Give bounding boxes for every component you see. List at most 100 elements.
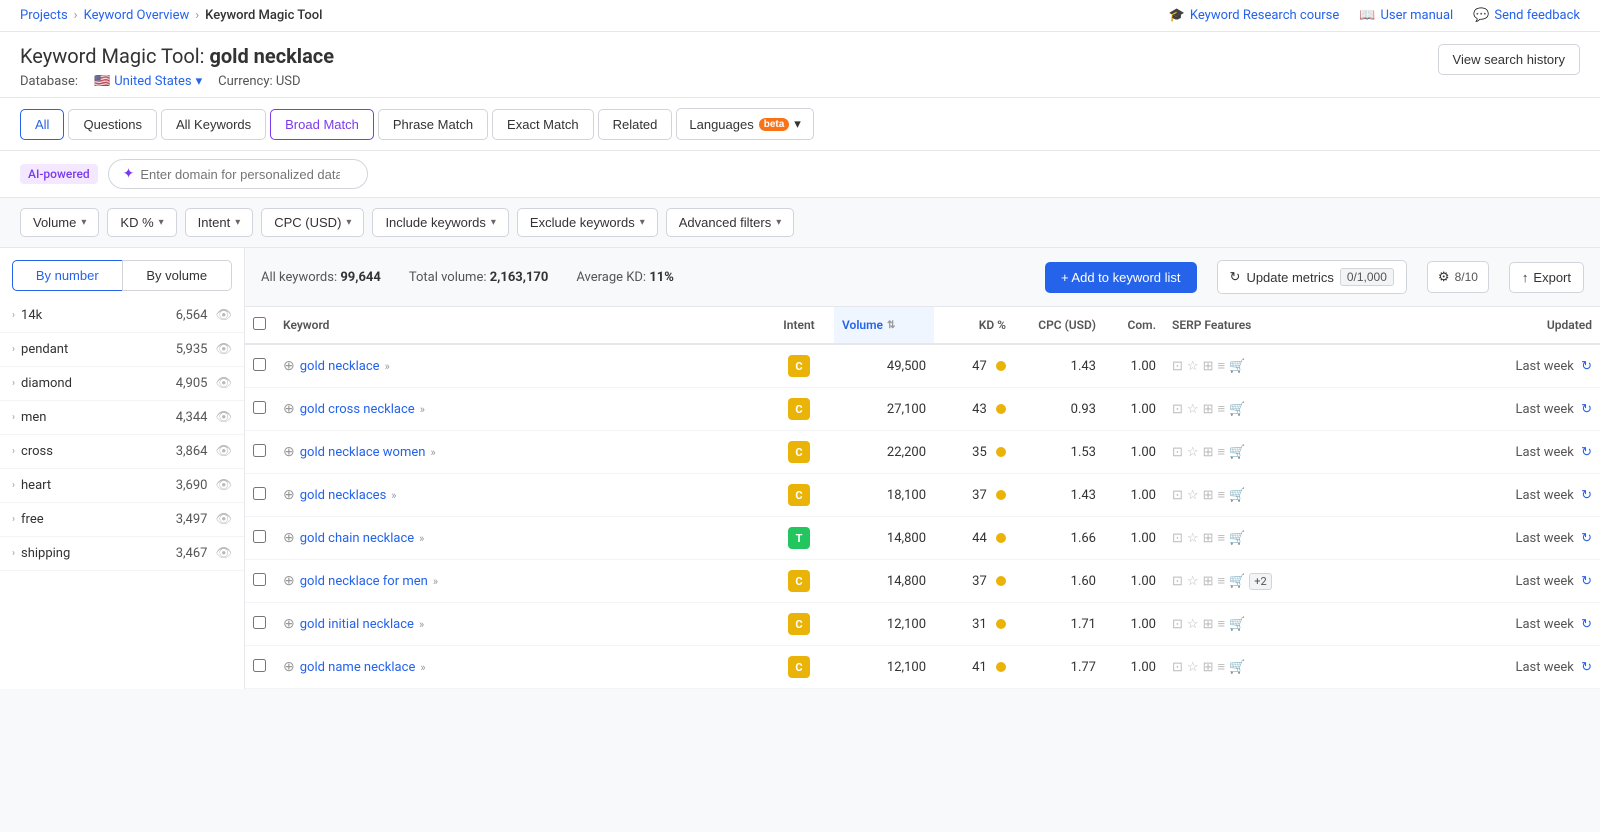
intent-filter-button[interactable]: Intent ▾: [185, 208, 254, 237]
tab-exact-match[interactable]: Exact Match: [492, 109, 594, 140]
serp-cart-icon[interactable]: 🛒: [1229, 574, 1245, 589]
serp-cart-icon[interactable]: 🛒: [1229, 617, 1245, 632]
sidebar-item[interactable]: › heart 3,690 👁: [0, 469, 244, 503]
refresh-icon[interactable]: ↻: [1581, 531, 1592, 546]
serp-grid-icon[interactable]: ≡: [1217, 358, 1225, 374]
serp-grid-icon[interactable]: ≡: [1217, 401, 1225, 417]
tab-broad-match[interactable]: Broad Match: [270, 109, 374, 140]
serp-star-icon[interactable]: ☆: [1187, 488, 1199, 503]
serp-cart-icon[interactable]: 🛒: [1229, 660, 1245, 675]
sidebar-item[interactable]: › free 3,497 👁: [0, 503, 244, 537]
tab-phrase-match[interactable]: Phrase Match: [378, 109, 488, 140]
row-checkbox[interactable]: [253, 530, 266, 543]
add-circle-icon[interactable]: ⊕: [283, 616, 295, 632]
serp-image-icon[interactable]: ⊞: [1203, 617, 1214, 632]
select-all-checkbox[interactable]: [253, 317, 266, 330]
serp-star-icon[interactable]: ☆: [1187, 402, 1199, 417]
view-search-history-button[interactable]: View search history: [1438, 44, 1580, 75]
refresh-icon[interactable]: ↻: [1581, 445, 1592, 460]
by-number-button[interactable]: By number: [12, 260, 122, 291]
tab-all-keywords[interactable]: All Keywords: [161, 109, 266, 140]
eye-icon[interactable]: 👁: [215, 410, 232, 425]
serp-page-icon[interactable]: ⊡: [1172, 402, 1183, 417]
serp-page-icon[interactable]: ⊡: [1172, 617, 1183, 632]
serp-cart-icon[interactable]: 🛒: [1229, 531, 1245, 546]
eye-icon[interactable]: 👁: [215, 308, 232, 323]
sidebar-item[interactable]: › 14k 6,564 👁: [0, 299, 244, 333]
eye-icon[interactable]: 👁: [215, 478, 232, 493]
add-circle-icon[interactable]: ⊕: [283, 487, 295, 503]
keyword-link[interactable]: ⊕ gold necklace »: [283, 358, 756, 374]
add-circle-icon[interactable]: ⊕: [283, 401, 295, 417]
refresh-icon[interactable]: ↻: [1581, 488, 1592, 503]
keyword-link[interactable]: ⊕ gold necklace women »: [283, 444, 756, 460]
by-volume-button[interactable]: By volume: [122, 260, 233, 291]
serp-cart-icon[interactable]: 🛒: [1229, 402, 1245, 417]
serp-grid-icon[interactable]: ≡: [1217, 487, 1225, 503]
add-circle-icon[interactable]: ⊕: [283, 530, 295, 546]
serp-image-icon[interactable]: ⊞: [1203, 488, 1214, 503]
keyword-link[interactable]: ⊕ gold chain necklace »: [283, 530, 756, 546]
serp-image-icon[interactable]: ⊞: [1203, 402, 1214, 417]
row-checkbox[interactable]: [253, 573, 266, 586]
serp-page-icon[interactable]: ⊡: [1172, 445, 1183, 460]
serp-cart-icon[interactable]: 🛒: [1229, 445, 1245, 460]
sidebar-item[interactable]: › cross 3,864 👁: [0, 435, 244, 469]
serp-grid-icon[interactable]: ≡: [1217, 444, 1225, 460]
add-circle-icon[interactable]: ⊕: [283, 358, 295, 374]
keyword-research-course-link[interactable]: 🎓 Keyword Research course: [1169, 8, 1340, 23]
keyword-link[interactable]: ⊕ gold necklace for men »: [283, 573, 756, 589]
row-checkbox[interactable]: [253, 358, 266, 371]
tab-questions[interactable]: Questions: [68, 109, 157, 140]
header-volume[interactable]: Volume ⇅: [834, 307, 934, 344]
refresh-icon[interactable]: ↻: [1581, 617, 1592, 632]
row-checkbox[interactable]: [253, 444, 266, 457]
add-circle-icon[interactable]: ⊕: [283, 444, 295, 460]
refresh-icon[interactable]: ↻: [1581, 660, 1592, 675]
serp-image-icon[interactable]: ⊞: [1203, 531, 1214, 546]
kd-filter-button[interactable]: KD % ▾: [107, 208, 176, 237]
serp-star-icon[interactable]: ☆: [1187, 359, 1199, 374]
sidebar-item[interactable]: › shipping 3,467 👁: [0, 537, 244, 571]
serp-page-icon[interactable]: ⊡: [1172, 359, 1183, 374]
eye-icon[interactable]: 👁: [215, 376, 232, 391]
exclude-keywords-filter-button[interactable]: Exclude keywords ▾: [517, 208, 658, 237]
sidebar-item[interactable]: › pendant 5,935 👁: [0, 333, 244, 367]
serp-star-icon[interactable]: ☆: [1187, 445, 1199, 460]
keyword-link[interactable]: ⊕ gold name necklace »: [283, 659, 756, 675]
add-circle-icon[interactable]: ⊕: [283, 573, 295, 589]
settings-button[interactable]: ⚙ 8/10: [1427, 261, 1489, 293]
serp-image-icon[interactable]: ⊞: [1203, 359, 1214, 374]
cpc-filter-button[interactable]: CPC (USD) ▾: [261, 208, 364, 237]
domain-input-field[interactable]: [140, 167, 340, 182]
languages-button[interactable]: Languages beta ▾: [676, 108, 813, 140]
row-checkbox[interactable]: [253, 401, 266, 414]
include-keywords-filter-button[interactable]: Include keywords ▾: [372, 208, 508, 237]
serp-star-icon[interactable]: ☆: [1187, 617, 1199, 632]
serp-cart-icon[interactable]: 🛒: [1229, 488, 1245, 503]
serp-grid-icon[interactable]: ≡: [1217, 616, 1225, 632]
row-checkbox[interactable]: [253, 659, 266, 672]
keyword-link[interactable]: ⊕ gold cross necklace »: [283, 401, 756, 417]
serp-star-icon[interactable]: ☆: [1187, 660, 1199, 675]
eye-icon[interactable]: 👁: [215, 342, 232, 357]
serp-star-icon[interactable]: ☆: [1187, 531, 1199, 546]
refresh-icon[interactable]: ↻: [1581, 359, 1592, 374]
refresh-icon[interactable]: ↻: [1581, 402, 1592, 417]
row-checkbox[interactable]: [253, 487, 266, 500]
serp-image-icon[interactable]: ⊞: [1203, 445, 1214, 460]
breadcrumb-overview[interactable]: Keyword Overview: [84, 8, 190, 23]
volume-filter-button[interactable]: Volume ▾: [20, 208, 99, 237]
send-feedback-link[interactable]: 💬 Send feedback: [1473, 8, 1580, 23]
refresh-icon[interactable]: ↻: [1581, 574, 1592, 589]
breadcrumb-projects[interactable]: Projects: [20, 8, 68, 23]
tab-related[interactable]: Related: [598, 109, 673, 140]
export-button[interactable]: ↑ Export: [1509, 262, 1584, 293]
sidebar-item[interactable]: › diamond 4,905 👁: [0, 367, 244, 401]
serp-grid-icon[interactable]: ≡: [1217, 573, 1225, 589]
eye-icon[interactable]: 👁: [215, 512, 232, 527]
add-circle-icon[interactable]: ⊕: [283, 659, 295, 675]
serp-grid-icon[interactable]: ≡: [1217, 530, 1225, 546]
add-to-keyword-list-button[interactable]: + Add to keyword list: [1045, 262, 1197, 293]
tab-all[interactable]: All: [20, 109, 64, 140]
